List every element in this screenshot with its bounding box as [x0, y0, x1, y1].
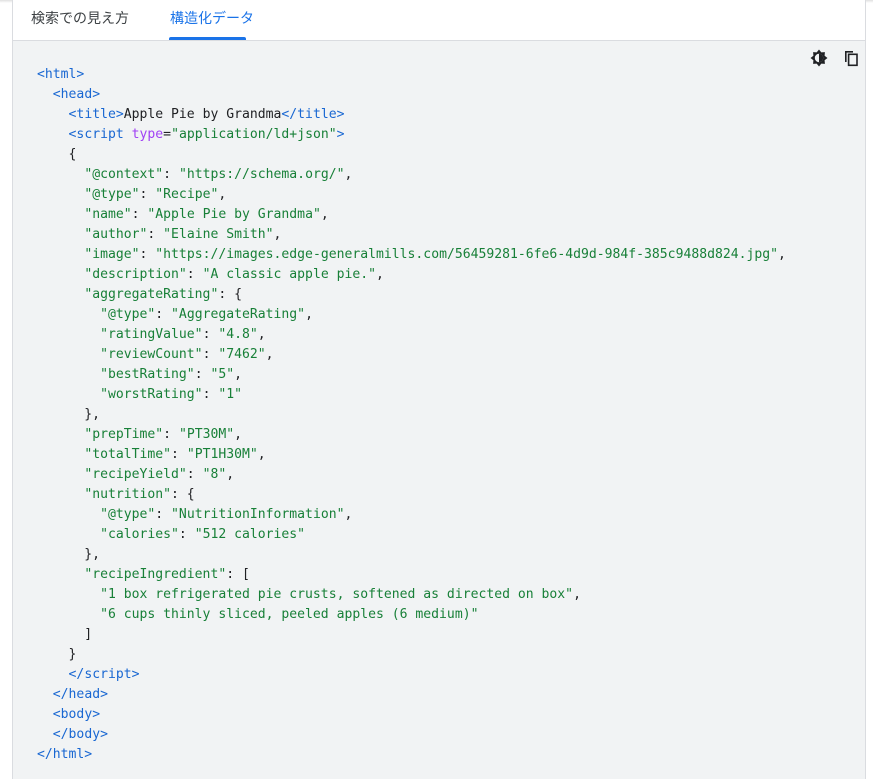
preview-panel: 検索での見え方 構造化データ <html> <head> <title>Appl… — [12, 0, 866, 779]
tab-structured-data[interactable]: 構造化データ — [170, 0, 254, 40]
theme-toggle-icon — [810, 49, 828, 67]
code-block: <html> <head> <title>Apple Pie by Grandm… — [37, 67, 786, 762]
copy-icon — [845, 51, 858, 67]
copy-button[interactable] — [841, 48, 861, 68]
tab-search-appearance[interactable]: 検索での見え方 — [31, 0, 129, 40]
theme-toggle-button[interactable] — [809, 48, 829, 68]
tab-bar: 検索での見え方 構造化データ — [13, 0, 865, 41]
active-tab-indicator — [169, 37, 246, 40]
